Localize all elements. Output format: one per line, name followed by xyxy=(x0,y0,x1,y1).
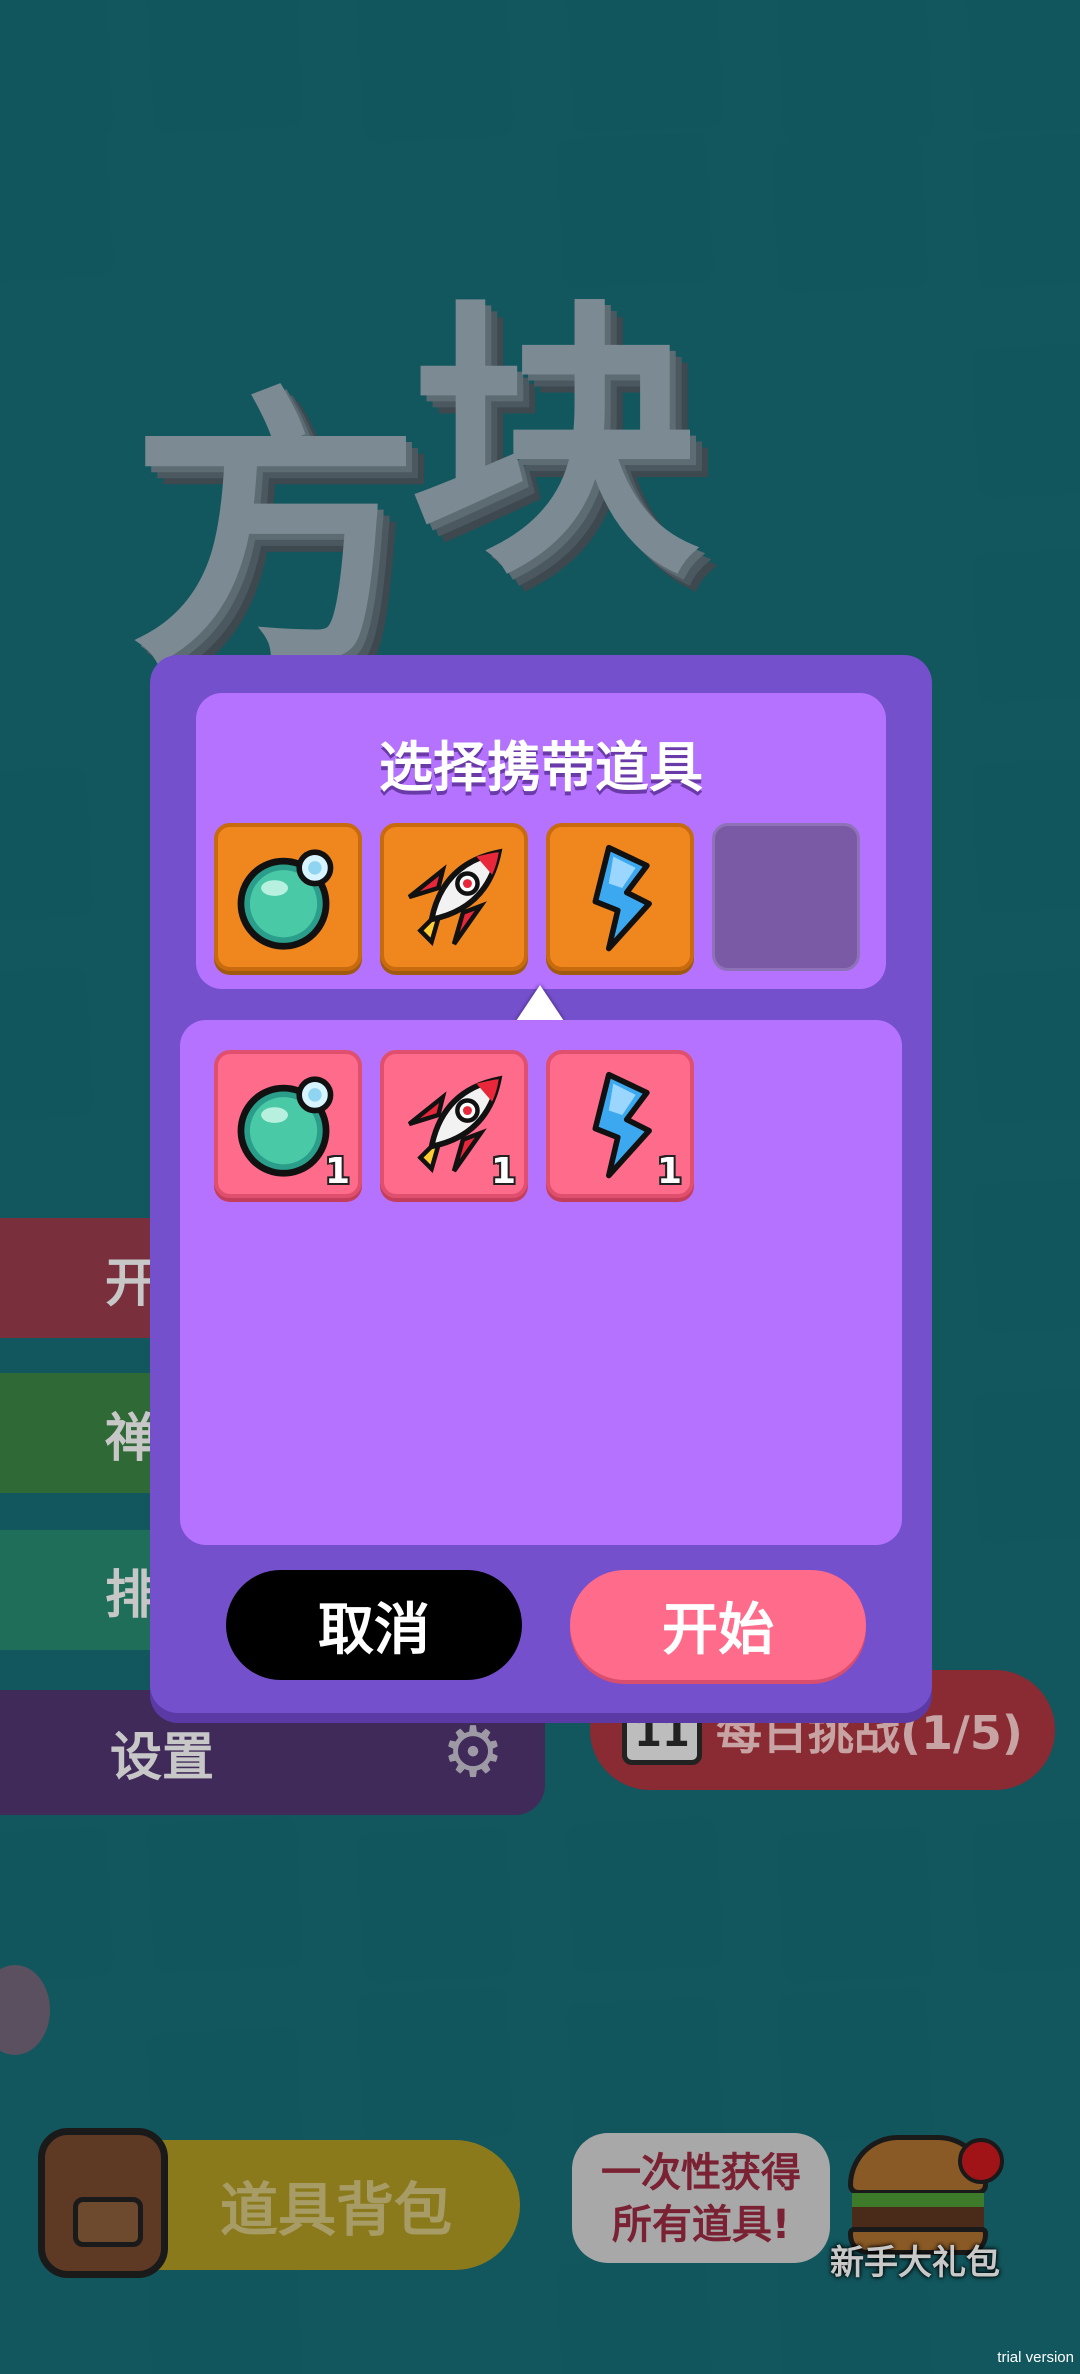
item-bag-label: 道具背包 xyxy=(220,2176,453,2244)
selected-slot-3[interactable] xyxy=(546,823,694,971)
selected-items-panel: 选择携带道具 xyxy=(196,693,886,989)
item-count: 1 xyxy=(656,1151,682,1192)
rocket-icon xyxy=(407,848,503,947)
promo-bubble[interactable]: 一次性获得 所有道具! xyxy=(572,2133,830,2263)
backpack-icon[interactable] xyxy=(38,2128,168,2278)
inventory-item-3[interactable]: 1 xyxy=(546,1050,694,1198)
inventory-item-1[interactable]: 1 xyxy=(214,1050,362,1198)
logo-char-1: 方 xyxy=(130,366,420,703)
gear-icon: ⚙ xyxy=(441,1711,505,1793)
notification-dot xyxy=(958,2138,1004,2184)
item-select-dialog: 选择携带道具 1 1 1 取消 开始 xyxy=(150,655,932,1713)
promo-line-2: 所有道具! xyxy=(611,2202,791,2248)
inventory-item-2[interactable]: 1 xyxy=(380,1050,528,1198)
settings-label: 设置 xyxy=(110,1728,215,1788)
start-button[interactable]: 开始 xyxy=(570,1570,866,1680)
trial-watermark: trial version xyxy=(997,2349,1074,2366)
item-count: 1 xyxy=(490,1151,516,1192)
lightning-icon xyxy=(592,844,652,952)
promo-line-1: 一次性获得 xyxy=(601,2150,801,2196)
selected-slot-2[interactable] xyxy=(380,823,528,971)
arrow-up-icon xyxy=(516,985,564,1021)
game-logo: 方 块 xyxy=(110,276,950,680)
starter-pack-label[interactable]: 新手大礼包 xyxy=(820,2235,1010,2284)
item-count: 1 xyxy=(324,1151,350,1192)
logo-char-2: 块 xyxy=(410,276,700,613)
dialog-title: 选择携带道具 xyxy=(379,736,703,799)
cancel-button[interactable]: 取消 xyxy=(226,1570,522,1680)
bubble-potion-icon xyxy=(237,849,334,950)
selected-slot-empty[interactable] xyxy=(712,823,860,971)
selected-slot-1[interactable] xyxy=(214,823,362,971)
inventory-panel: 1 1 1 xyxy=(180,1020,902,1545)
